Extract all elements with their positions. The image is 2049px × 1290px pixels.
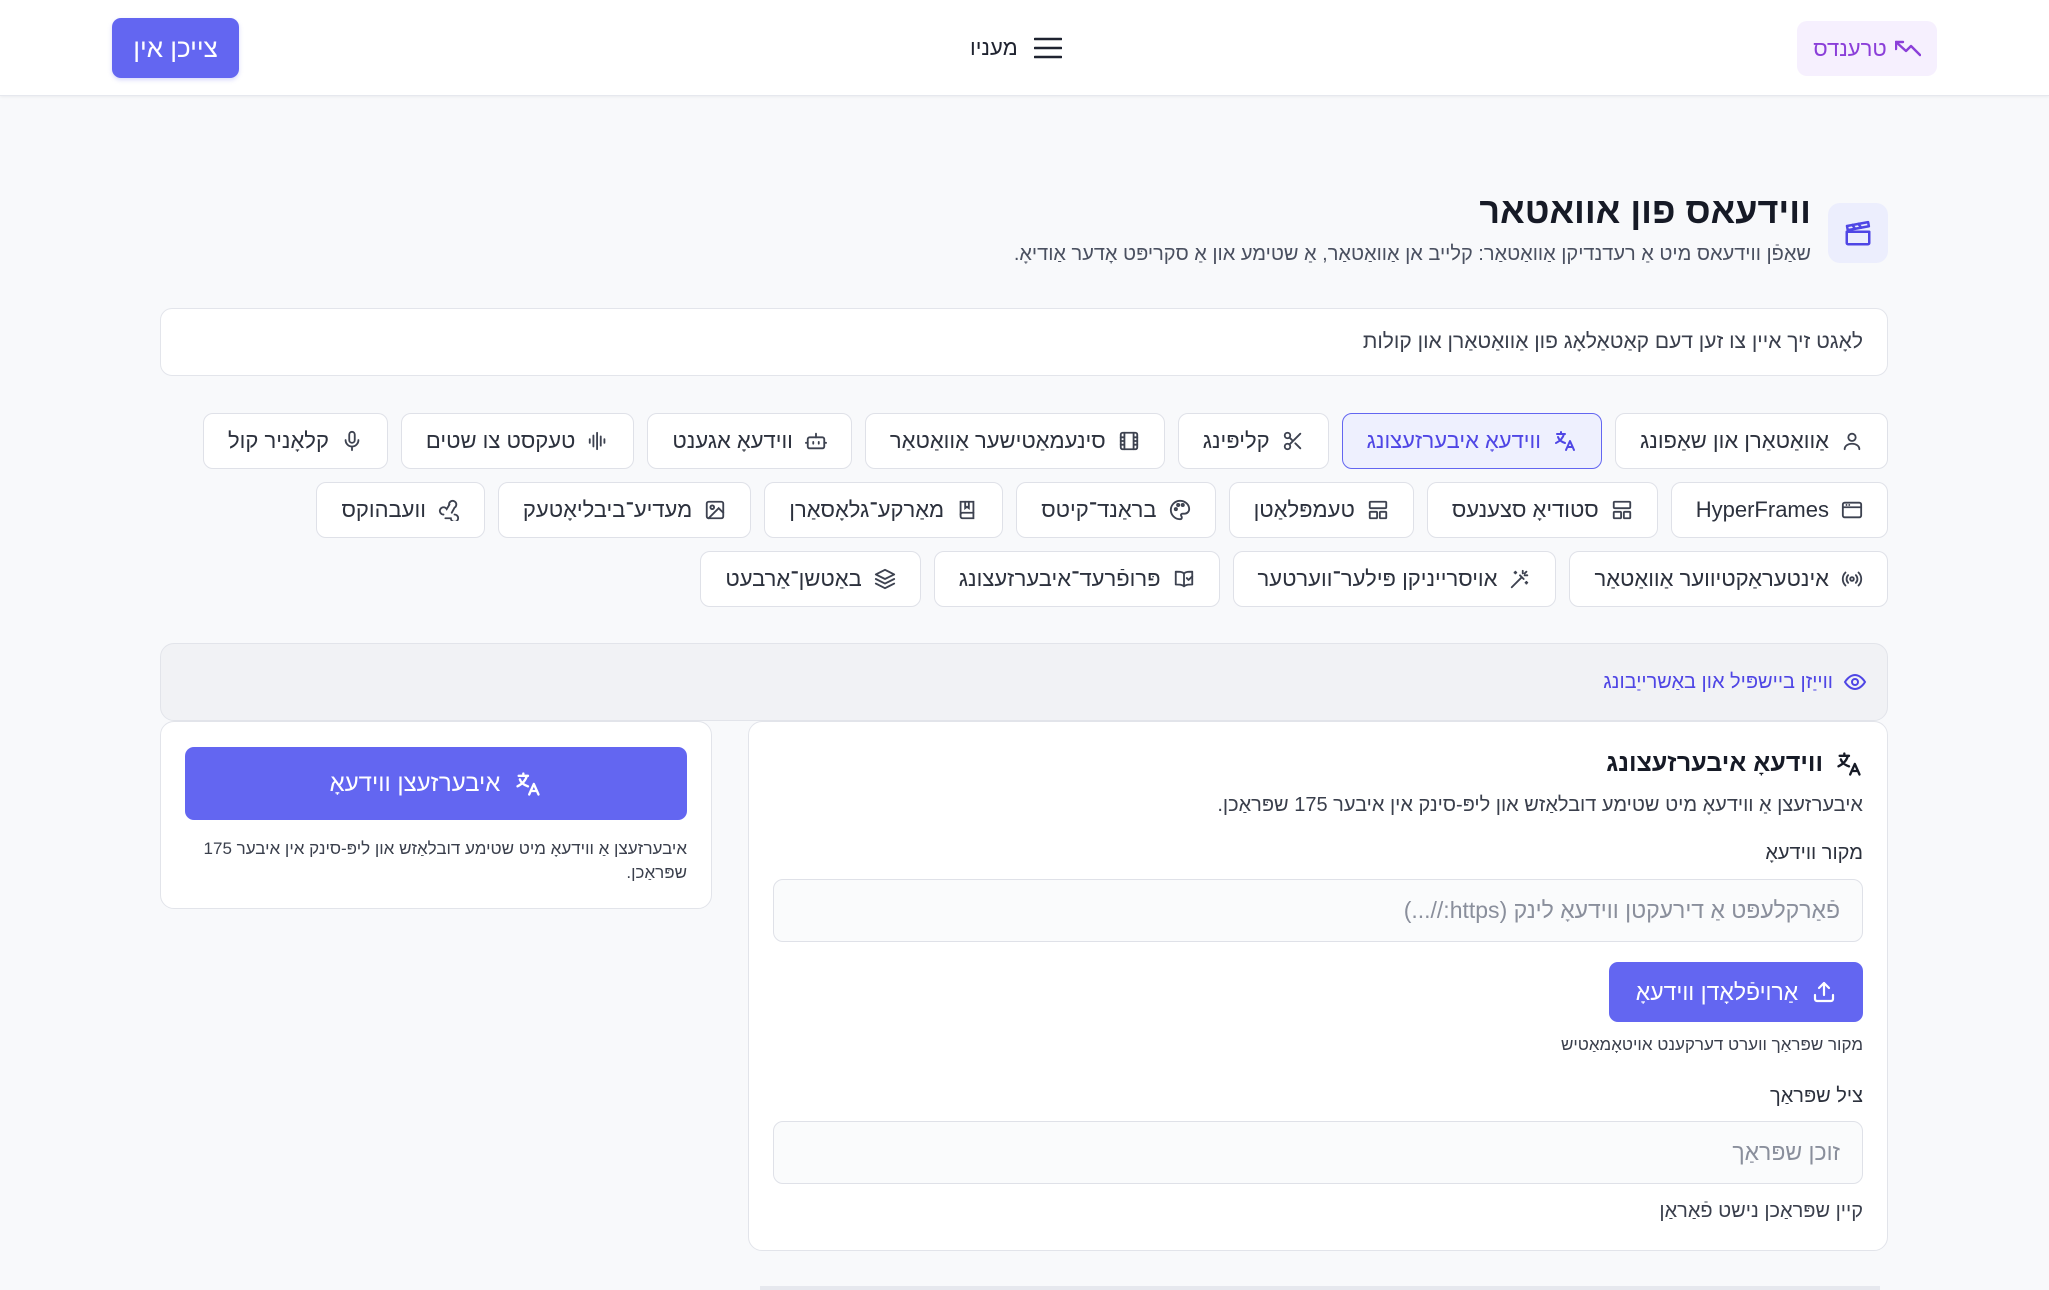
chip-clone-voice[interactable]: קלאָניר קול — [202, 413, 388, 469]
user-icon — [1841, 430, 1863, 452]
chip-label: קליפּינג — [1202, 428, 1270, 453]
chip-webhooks[interactable]: וועבהוקס — [316, 482, 485, 538]
menu-button[interactable]: מעניו — [970, 26, 1062, 70]
scissors-icon — [1282, 430, 1304, 452]
form-header: ווידעאָ איבערזעצונג — [1606, 749, 1863, 778]
translate-icon — [1835, 750, 1863, 778]
form-description: איבערזעצן אַ ווידעאָ מיט שטימע דובלאַזש … — [1217, 794, 1863, 816]
chip-label: פּרופֿרעד־איבערזעצונג — [958, 566, 1161, 591]
catalog-search-input[interactable] — [161, 309, 1887, 375]
menu-label: מעניו — [970, 35, 1018, 60]
chip-video-agent[interactable]: ווידעאָ אגענט — [647, 413, 852, 469]
chip-label: אויסרייניקן פּילער־ווערטער — [1257, 566, 1498, 591]
chip-hyperframes[interactable]: HyperFrames — [1670, 482, 1888, 538]
clapperboard-icon — [1828, 203, 1888, 263]
chip-label: וועבהוקס — [341, 497, 426, 522]
translate-video-button[interactable]: איבערזעצן ווידעאָ — [185, 747, 687, 820]
chip-label: באַטשן־אַרבעט — [725, 566, 862, 591]
chip-video-translation[interactable]: ווידעאָ איבערזעצונג — [1341, 413, 1602, 469]
microphone-icon — [341, 430, 363, 452]
sign-in-button[interactable]: צייכן אין — [112, 18, 239, 78]
show-example-toggle[interactable]: ווייַזן ביישפּיל און באַשרייַבונג — [160, 643, 1888, 721]
source-video-label: מקור ווידעאָ — [1765, 842, 1863, 864]
chip-label: סטודיאָ סצענעס — [1451, 497, 1599, 522]
chip-label: ווידעאָ איבערזעצונג — [1366, 428, 1541, 453]
broadcast-icon — [1841, 568, 1863, 590]
source-video-input[interactable] — [774, 880, 1862, 941]
chip-brand-kits[interactable]: בראַנד־קיטס — [1016, 482, 1216, 538]
upload-video-button[interactable]: אַרויפֿלאָדן ווידעאָ — [1609, 962, 1863, 1022]
eye-icon — [1843, 670, 1867, 694]
target-language-label: ציל שפּראַך — [1770, 1085, 1863, 1107]
robot-icon — [804, 430, 827, 452]
chip-label: מאַרקע־גלאָסאַרן — [789, 497, 945, 522]
book-open-check-icon — [1173, 568, 1195, 590]
browser-window-icon — [1841, 499, 1863, 521]
upload-icon — [1812, 980, 1836, 1004]
chip-label: בראַנד־קיטס — [1041, 497, 1157, 522]
trending-icon — [1894, 39, 1921, 59]
chip-label: קלאָניר קול — [227, 428, 329, 453]
chip-label: מעדיע־ביבליאָטעק — [522, 497, 693, 522]
chip-studio-scenes[interactable]: סטודיאָ סצענעס — [1426, 482, 1658, 538]
show-example-label: ווייַזן ביישפּיל און באַשרייַבונג — [1603, 670, 1833, 693]
webhook-icon — [438, 499, 460, 521]
image-icon — [704, 499, 726, 521]
chip-label: טעמפּלאַטן — [1253, 497, 1355, 522]
next-card-edge — [760, 1286, 1880, 1290]
tool-chips-row-2: HyperFrames סטודיאָ סצענעס טעמפּלאַטן בר… — [316, 482, 1888, 538]
translate-icon — [514, 770, 542, 798]
palette-icon — [1169, 499, 1191, 521]
tool-chips-row-3: אינטעראַקטיווער אַוואַטאַר אויסרייניקן פ… — [700, 551, 1888, 607]
layout-icon — [1611, 499, 1633, 521]
chip-proofread-translation[interactable]: פּרופֿרעד־איבערזעצונג — [933, 551, 1220, 607]
target-language-search-input[interactable] — [774, 1122, 1862, 1183]
chip-text-to-speech[interactable]: טעקסט צו שטים — [400, 413, 635, 469]
trends-button[interactable]: טרענדס — [1797, 21, 1937, 76]
translate-video-label: איבערזעצן ווידעאָ — [329, 769, 501, 797]
chip-label: ווידעאָ אגענט — [672, 428, 793, 453]
chip-interactive-avatar[interactable]: אינטעראַקטיווער אַוואַטאַר — [1569, 551, 1888, 607]
template-icon — [1367, 499, 1389, 521]
target-language-field — [773, 1121, 1863, 1184]
translate-action-card: איבערזעצן ווידעאָ איבערזעצן אַ ווידעאָ מ… — [160, 721, 712, 909]
hamburger-icon — [1033, 36, 1062, 60]
layers-icon — [874, 568, 896, 590]
page-subtitle: שאַפֿן ווידעאס מיט אַ רעדנדיקן אַוואַטאַ… — [1013, 243, 1811, 265]
chip-avatars[interactable]: אַוואַטאַרן און שאַפונג — [1614, 413, 1888, 469]
chip-label: אַוואַטאַרן און שאַפונג — [1639, 428, 1829, 453]
chip-label: אינטעראַקטיווער אַוואַטאַר — [1594, 566, 1829, 591]
chip-label: HyperFrames — [1695, 497, 1829, 522]
chip-media-library[interactable]: מעדיע־ביבליאָטעק — [497, 482, 752, 538]
film-icon — [1118, 430, 1140, 452]
tool-chips-row-1: אַוואַטאַרן און שאַפונג ווידעאָ איבערזעצ… — [202, 413, 1888, 469]
chip-filler-words[interactable]: אויסרייניקן פּילער־ווערטער — [1232, 551, 1557, 607]
translate-icon — [1553, 429, 1577, 453]
top-header: צייכן אין מעניו טרענדס — [0, 0, 2049, 96]
source-language-hint: מקור שפּראַך ווערט דערקענט אויטאָמאַטיש — [1560, 1035, 1863, 1054]
trends-label: טרענדס — [1813, 35, 1887, 61]
book-icon — [956, 499, 978, 521]
page-title: ווידעאס פון אוואטאר — [1479, 190, 1811, 231]
magic-wand-icon — [1509, 568, 1531, 590]
form-title: ווידעאָ איבערזעצונג — [1606, 749, 1823, 777]
translate-card-description: איבערזעצן אַ ווידעאָ מיט שטימע דובלאַזש … — [203, 839, 687, 882]
audio-waveform-icon — [587, 430, 609, 452]
chip-cinematic-avatar[interactable]: סינעמאַטישער אַוואַטאַר — [864, 413, 1165, 469]
chip-brand-glossaries[interactable]: מאַרקע־גלאָסאַרן — [764, 482, 1004, 538]
chip-templates[interactable]: טעמפּלאַטן — [1228, 482, 1414, 538]
video-translation-form: ווידעאָ איבערזעצונג איבערזעצן אַ ווידעאָ… — [748, 721, 1888, 1251]
chip-label: סינעמאַטישער אַוואַטאַר — [889, 428, 1106, 453]
upload-label: אַרויפֿלאָדן ווידעאָ — [1635, 978, 1799, 1005]
catalog-search — [160, 308, 1888, 376]
source-video-field — [773, 879, 1863, 942]
chip-batch-jobs[interactable]: באַטשן־אַרבעט — [700, 551, 921, 607]
chip-label: טעקסט צו שטים — [425, 428, 576, 453]
no-languages-message: קיין שפּראַכן נישט פֿאַראַן — [1659, 1200, 1863, 1222]
chip-clipping[interactable]: קליפּינג — [1177, 413, 1329, 469]
